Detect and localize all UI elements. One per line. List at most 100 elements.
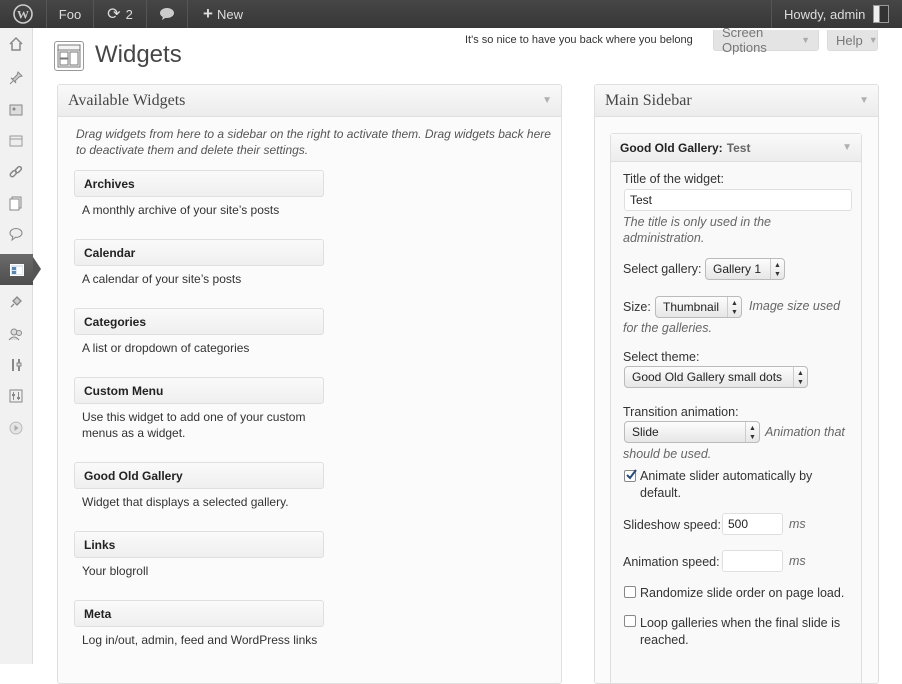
gallery-widget-name: Good Old Gallery:	[620, 140, 723, 155]
wordpress-logo-button[interactable]: W	[0, 0, 47, 28]
page-title: Widgets	[95, 41, 182, 68]
autoplay-label: Animate slider automatically by default.	[640, 469, 813, 500]
transition-select[interactable]: Slide ▲ ▼	[624, 421, 760, 443]
title-hint: The title is only used in the administra…	[623, 215, 771, 245]
chain-link-icon	[9, 165, 23, 177]
transition-hint: Animation that	[765, 425, 845, 439]
widget-description: A list or dropdown of categories	[82, 341, 250, 355]
ms-unit: ms	[789, 517, 806, 531]
collapse-menu-button[interactable]	[0, 412, 32, 443]
updates-link[interactable]: ⟳ 2	[94, 0, 147, 28]
comment-bubble-icon	[160, 8, 174, 20]
help-label: Help	[836, 32, 863, 48]
widgets-page-icon	[54, 41, 84, 71]
help-button[interactable]: Help ▼	[827, 30, 878, 51]
menu-media[interactable]	[0, 94, 32, 125]
site-name-link[interactable]: Foo	[47, 0, 94, 28]
comments-icon	[9, 227, 23, 241]
widget-categories[interactable]: Categories	[74, 308, 324, 335]
title-label: Title of the widget:	[623, 172, 724, 186]
menu-settings[interactable]	[0, 380, 32, 411]
widget-links[interactable]: Links	[74, 531, 324, 558]
transition-label: Transition animation:	[623, 405, 739, 419]
loop-checkbox[interactable]	[624, 615, 636, 627]
collapse-arrow-icon	[9, 421, 23, 434]
select-arrows-icon: ▲ ▼	[745, 422, 759, 442]
theme-select[interactable]: Good Old Gallery small dots ▲ ▼	[624, 366, 808, 388]
toggle-arrow-icon[interactable]: ▼	[542, 95, 552, 106]
widget-title-input[interactable]: Test	[624, 189, 852, 211]
widget-title: Meta	[84, 606, 112, 621]
toggle-arrow-icon[interactable]: ▼	[859, 95, 869, 106]
animation-speed-label: Animation speed:	[623, 555, 720, 569]
new-content-link[interactable]: + New	[188, 0, 258, 28]
menu-pages[interactable]	[0, 187, 32, 218]
main-sidebar-header[interactable]: Main Sidebar ▼	[595, 85, 878, 117]
animation-speed-input[interactable]	[722, 550, 783, 572]
comments-link[interactable]	[147, 0, 188, 28]
widget-calendar[interactable]: Calendar	[74, 239, 324, 266]
main-sidebar-panel: Main Sidebar ▼ Good Old Gallery: Test ▼ …	[594, 84, 879, 684]
wordpress-icon: W	[13, 4, 33, 24]
pages-icon	[9, 196, 22, 210]
users-icon	[8, 328, 22, 340]
size-hint-cont: for the galleries.	[623, 321, 712, 335]
widget-good-old-gallery[interactable]: Good Old Gallery	[74, 462, 324, 489]
gallery-widget-box: Good Old Gallery: Test ▼ Title of the wi…	[610, 133, 862, 683]
size-select[interactable]: Thumbnail ▲ ▼	[655, 296, 742, 318]
admin-side-menu	[0, 28, 41, 664]
widget-description: Log in/out, admin, feed and WordPress li…	[82, 633, 318, 647]
widget-description: A monthly archive of your site’s posts	[82, 203, 280, 217]
updates-icon: ⟳	[107, 6, 121, 23]
tools-icon	[12, 358, 22, 371]
menu-posts[interactable]	[0, 62, 32, 93]
transition-select-value: Slide	[632, 425, 659, 439]
menu-dashboard[interactable]	[0, 28, 32, 59]
gallery-select[interactable]: Gallery 1 ▲ ▼	[705, 258, 785, 280]
screen-options-label: Screen Options	[722, 25, 767, 55]
menu-plugins[interactable]	[0, 286, 32, 317]
menu-users[interactable]	[0, 318, 32, 349]
menu-tools[interactable]	[0, 349, 32, 380]
menu-links[interactable]	[0, 156, 32, 187]
new-label: New	[216, 6, 243, 22]
available-widgets-title: Available Widgets	[68, 91, 186, 109]
menu-forms[interactable]	[0, 125, 32, 156]
main-content: Screen Options ▼ Help ▼ It's so nice to …	[33, 25, 902, 684]
media-icon	[9, 104, 23, 115]
site-name-label: Foo	[58, 6, 82, 22]
widget-archives[interactable]: Archives	[74, 170, 324, 197]
widget-title: Archives	[84, 176, 135, 191]
widget-meta[interactable]: Meta	[74, 600, 324, 627]
select-arrows-icon: ▲ ▼	[727, 297, 741, 317]
window-icon	[9, 135, 23, 146]
theme-label: Select theme:	[623, 350, 700, 364]
screen-options-button[interactable]: Screen Options ▼	[713, 25, 819, 55]
menu-appearance[interactable]	[0, 254, 41, 285]
select-arrows-icon: ▲ ▼	[793, 367, 807, 387]
toggle-arrow-icon[interactable]: ▼	[842, 142, 852, 153]
widget-description: Your blogroll	[82, 564, 149, 578]
my-account-menu[interactable]: Howdy, admin	[771, 0, 902, 28]
menu-comments[interactable]	[0, 218, 32, 249]
widget-title: Links	[84, 537, 116, 552]
widget-title: Calendar	[84, 245, 136, 260]
gallery-widget-header[interactable]: Good Old Gallery: Test ▼	[611, 134, 861, 162]
gallery-widget-title-suffix: Test	[726, 140, 751, 155]
pushpin-icon	[9, 70, 23, 84]
slideshow-speed-input[interactable]: 500	[722, 513, 783, 535]
gallery-label: Select gallery:	[623, 262, 702, 276]
transition-hint-cont: should be used.	[623, 447, 712, 461]
widget-custom-menu[interactable]: Custom Menu	[74, 377, 324, 404]
main-sidebar-title: Main Sidebar	[605, 91, 692, 109]
available-widgets-header[interactable]: Available Widgets ▼	[58, 85, 561, 117]
randomize-checkbox[interactable]	[624, 586, 636, 598]
appearance-icon	[9, 263, 24, 276]
available-widgets-intro: Drag widgets from here to a sidebar on t…	[76, 127, 551, 157]
checkmark-icon	[626, 469, 637, 480]
widget-title: Good Old Gallery	[84, 468, 183, 483]
widget-title: Categories	[84, 314, 147, 329]
autoplay-checkbox[interactable]	[624, 469, 637, 482]
loop-label: Loop galleries when the final slide is r…	[640, 616, 841, 647]
select-arrows-icon: ▲ ▼	[770, 259, 784, 279]
